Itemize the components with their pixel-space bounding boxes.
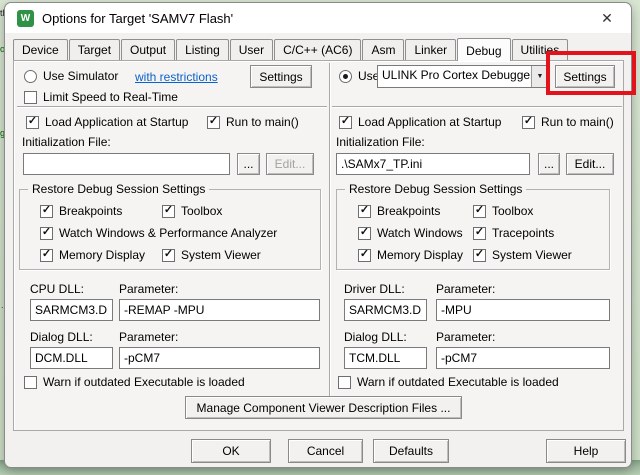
warn-outdated-checkbox-left[interactable] xyxy=(24,376,37,389)
run-to-main-label-right: Run to main() xyxy=(541,115,614,129)
help-button[interactable]: Help xyxy=(546,439,626,463)
driver-dll-input[interactable] xyxy=(344,299,427,321)
section-divider xyxy=(332,106,622,108)
init-file-label-left: Initialization File: xyxy=(22,135,111,149)
use-debugger-radio[interactable] xyxy=(339,70,352,83)
edit-button-right[interactable]: Edit... xyxy=(566,153,614,175)
panel-divider xyxy=(329,63,331,396)
run-to-main-checkbox-right[interactable] xyxy=(522,116,535,129)
toolbox-checkbox-left[interactable] xyxy=(162,205,175,218)
title-bar: W Options for Target 'SAMV7 Flash' ✕ xyxy=(5,3,631,33)
with-restrictions-link[interactable]: with restrictions xyxy=(135,70,218,84)
restore-group-right: Restore Debug Session Settings Breakpoin… xyxy=(336,189,610,270)
cpu-dll-input[interactable] xyxy=(30,299,113,321)
use-simulator-label: Use Simulator xyxy=(43,69,118,83)
limit-speed-checkbox[interactable] xyxy=(24,91,37,104)
memory-display-label-left: Memory Display xyxy=(59,248,145,262)
run-to-main-checkbox-left[interactable] xyxy=(207,116,220,129)
breakpoints-checkbox-left[interactable] xyxy=(40,205,53,218)
breakpoints-checkbox-right[interactable] xyxy=(358,205,371,218)
system-viewer-label-right: System Viewer xyxy=(492,248,572,262)
dialog-dll-label-left: Dialog DLL: xyxy=(30,330,93,344)
parameter-label: Parameter: xyxy=(436,282,495,296)
debug-tab-page: Use Simulator with restrictions Settings… xyxy=(13,60,624,431)
tab-linker[interactable]: Linker xyxy=(405,39,456,60)
restore-group-left: Restore Debug Session Settings Breakpoin… xyxy=(19,189,321,270)
watch-windows-checkbox-right[interactable] xyxy=(358,227,371,240)
load-application-label-right: Load Application at Startup xyxy=(358,115,501,129)
parameter-label: Parameter: xyxy=(119,282,178,296)
close-icon[interactable]: ✕ xyxy=(595,10,619,27)
memory-display-checkbox-right[interactable] xyxy=(358,249,371,262)
watch-windows-label-left: Watch Windows & Performance Analyzer xyxy=(59,226,277,240)
load-application-checkbox-right[interactable] xyxy=(339,116,352,129)
dialog-dll-label-right: Dialog DLL: xyxy=(344,330,407,344)
run-to-main-label-left: Run to main() xyxy=(226,115,299,129)
defaults-button[interactable]: Defaults xyxy=(373,439,449,463)
browse-button-left[interactable]: ... xyxy=(237,153,260,175)
memory-display-checkbox-left[interactable] xyxy=(40,249,53,262)
dialog-title: Options for Target 'SAMV7 Flash' xyxy=(42,11,233,26)
tab-cpp-ac6[interactable]: C/C++ (AC6) xyxy=(274,39,361,60)
use-simulator-radio[interactable] xyxy=(24,70,37,83)
dialog-dll-input-left[interactable] xyxy=(30,347,113,369)
load-application-checkbox-left[interactable] xyxy=(26,116,39,129)
init-file-input-right[interactable] xyxy=(336,153,530,175)
tab-strip: Device Target Output Listing User C/C++ … xyxy=(13,38,569,60)
options-dialog: W Options for Target 'SAMV7 Flash' ✕ Dev… xyxy=(4,2,632,468)
limit-speed-label: Limit Speed to Real-Time xyxy=(43,90,178,104)
simulator-settings-button[interactable]: Settings xyxy=(250,65,312,88)
uvision-logo-icon: W xyxy=(17,10,34,27)
cancel-button[interactable]: Cancel xyxy=(288,439,363,463)
tracepoints-label-right: Tracepoints xyxy=(492,226,554,240)
driver-dll-parameter-input[interactable] xyxy=(436,299,610,321)
warn-outdated-label-left: Warn if outdated Executable is loaded xyxy=(43,375,245,389)
tab-listing[interactable]: Listing xyxy=(176,39,229,60)
system-viewer-checkbox-left[interactable] xyxy=(162,249,175,262)
memory-display-label-right: Memory Display xyxy=(377,248,463,262)
driver-dll-label: Driver DLL: xyxy=(344,282,405,296)
tab-debug[interactable]: Debug xyxy=(457,38,510,61)
system-viewer-label-left: System Viewer xyxy=(181,248,261,262)
cpu-dll-parameter-input[interactable] xyxy=(119,299,320,321)
debugger-select[interactable]: ULINK Pro Cortex Debugger ▼ xyxy=(377,65,549,88)
watch-windows-label-right: Watch Windows xyxy=(377,226,463,240)
init-file-label-right: Initialization File: xyxy=(336,135,425,149)
dialog-dll-parameter-input-right[interactable] xyxy=(436,347,610,369)
tab-asm[interactable]: Asm xyxy=(362,39,404,60)
restore-group-title-left: Restore Debug Session Settings xyxy=(28,182,209,196)
tab-target[interactable]: Target xyxy=(69,39,120,60)
system-viewer-checkbox-right[interactable] xyxy=(473,249,486,262)
tab-user[interactable]: User xyxy=(230,39,273,60)
toolbox-checkbox-right[interactable] xyxy=(473,205,486,218)
restore-group-title-right: Restore Debug Session Settings xyxy=(345,182,526,196)
warn-outdated-label-right: Warn if outdated Executable is loaded xyxy=(357,375,559,389)
cpu-dll-label: CPU DLL: xyxy=(30,282,84,296)
toolbox-label-right: Toolbox xyxy=(492,204,533,218)
warn-outdated-checkbox-right[interactable] xyxy=(338,376,351,389)
browse-button-right[interactable]: ... xyxy=(538,153,560,175)
watch-windows-checkbox-left[interactable] xyxy=(40,227,53,240)
load-application-label-left: Load Application at Startup xyxy=(45,115,188,129)
tab-output[interactable]: Output xyxy=(121,39,175,60)
toolbox-label-left: Toolbox xyxy=(181,204,222,218)
edit-button-left: Edit... xyxy=(266,153,314,175)
parameter-label: Parameter: xyxy=(119,330,178,344)
debugger-select-value: ULINK Pro Cortex Debugger xyxy=(378,66,531,87)
init-file-input-left[interactable] xyxy=(23,153,230,175)
breakpoints-label-left: Breakpoints xyxy=(59,204,122,218)
red-highlight-annotation xyxy=(546,51,636,95)
ok-button[interactable]: OK xyxy=(191,439,271,463)
section-divider xyxy=(17,106,327,108)
tab-device[interactable]: Device xyxy=(13,39,68,60)
dialog-dll-parameter-input-left[interactable] xyxy=(119,347,320,369)
tracepoints-checkbox-right[interactable] xyxy=(473,227,486,240)
breakpoints-label-right: Breakpoints xyxy=(377,204,440,218)
dialog-dll-input-right[interactable] xyxy=(344,347,427,369)
parameter-label: Parameter: xyxy=(436,330,495,344)
manage-component-viewer-button[interactable]: Manage Component Viewer Description File… xyxy=(185,396,462,419)
